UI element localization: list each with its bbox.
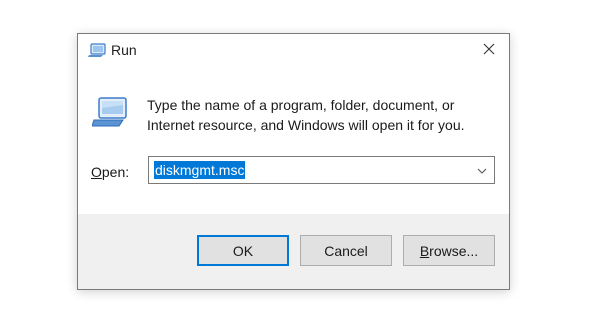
run-dialog: Run Type the name of a program, folder, … — [77, 33, 510, 290]
cancel-button[interactable]: Cancel — [300, 235, 392, 266]
open-input[interactable]: diskmgmt.msc — [154, 161, 246, 179]
browse-button[interactable]: Browse... — [403, 235, 495, 266]
close-icon — [483, 42, 495, 60]
ok-button[interactable]: OK — [197, 235, 289, 266]
dialog-content: Type the name of a program, folder, docu… — [78, 68, 509, 214]
window-title: Run — [111, 42, 137, 58]
button-bar: OK Cancel Browse... — [78, 214, 509, 289]
dropdown-button[interactable] — [472, 159, 492, 181]
open-label-accel: O — [91, 164, 102, 180]
run-description: Type the name of a program, folder, docu… — [147, 97, 465, 133]
title-bar[interactable]: Run — [78, 34, 509, 68]
run-icon — [88, 43, 106, 58]
browse-label-accel: B — [419, 242, 430, 259]
close-button[interactable] — [469, 34, 509, 68]
open-combobox[interactable]: diskmgmt.msc — [148, 156, 495, 184]
browse-label-rest: rowse... — [429, 242, 479, 259]
run-icon — [91, 96, 128, 128]
open-label: Open: — [91, 164, 129, 180]
chevron-down-icon — [477, 161, 487, 179]
open-label-rest: pen: — [101, 164, 130, 180]
